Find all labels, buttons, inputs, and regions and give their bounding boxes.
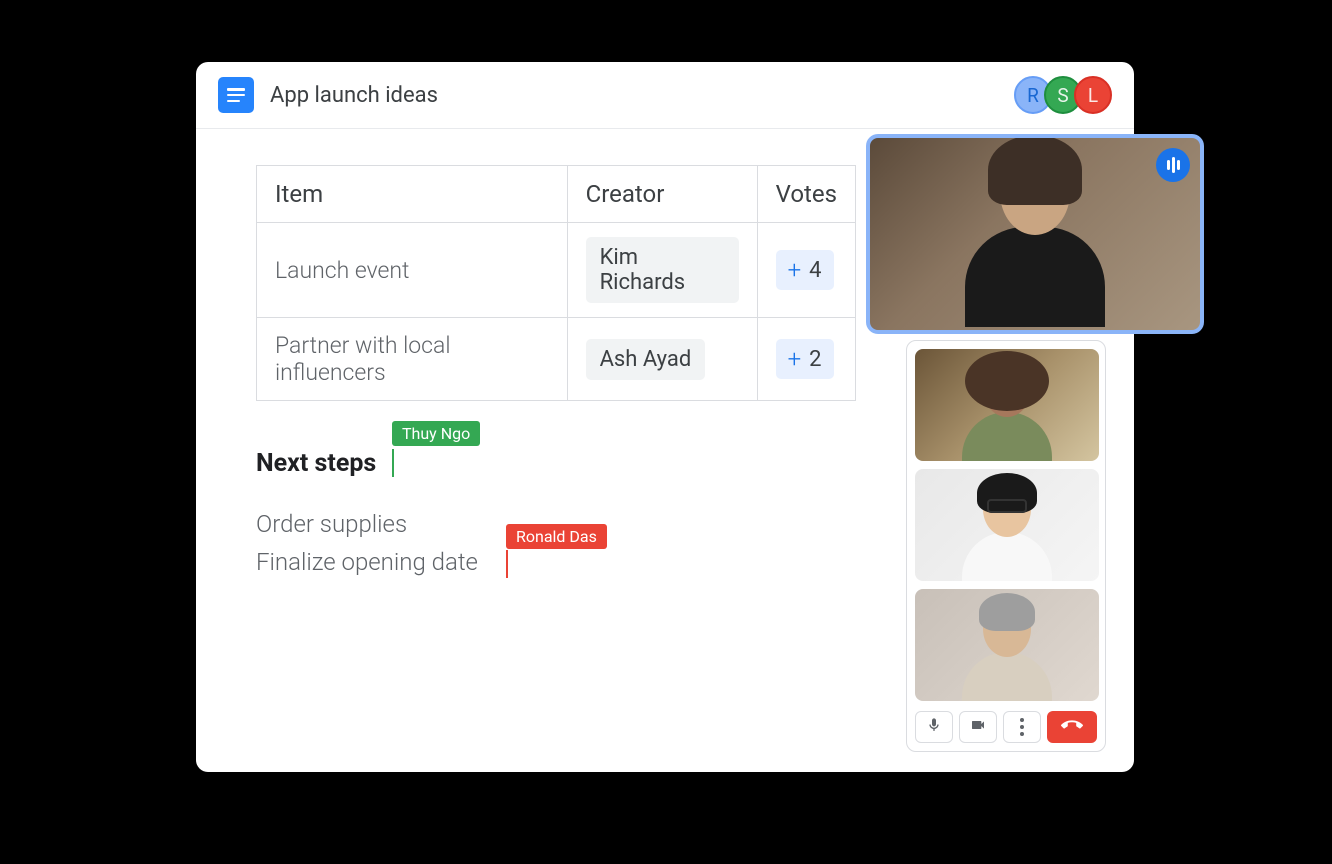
more-options-button[interactable] bbox=[1003, 711, 1041, 743]
cursor-line-green bbox=[392, 449, 394, 477]
more-vertical-icon bbox=[1020, 718, 1024, 736]
microphone-icon bbox=[926, 717, 942, 737]
participant-video[interactable] bbox=[915, 469, 1099, 581]
col-header-votes[interactable]: Votes bbox=[757, 166, 855, 223]
collaborator-cursor-tag: Ronald Das bbox=[506, 524, 607, 549]
collaborator-cursor-tag: Thuy Ngo bbox=[392, 421, 480, 446]
cell-votes[interactable]: + 2 bbox=[757, 318, 855, 401]
docs-window: App launch ideas R S L Item Creator Vote… bbox=[196, 62, 1134, 772]
vote-count: 4 bbox=[809, 258, 821, 283]
table-header-row: Item Creator Votes bbox=[257, 166, 856, 223]
participants-panel bbox=[906, 340, 1106, 752]
person-avatar bbox=[962, 481, 1052, 581]
speaking-indicator-icon bbox=[1156, 148, 1190, 182]
person-avatar bbox=[962, 601, 1052, 701]
col-header-item[interactable]: Item bbox=[257, 166, 568, 223]
main-speaker-video[interactable] bbox=[866, 134, 1204, 334]
creator-chip[interactable]: Ash Ayad bbox=[586, 339, 706, 380]
vote-count: 2 bbox=[809, 347, 821, 372]
table-row[interactable]: Launch event Kim Richards + 4 bbox=[257, 223, 856, 318]
cell-creator[interactable]: Kim Richards bbox=[567, 223, 757, 318]
col-header-creator[interactable]: Creator bbox=[567, 166, 757, 223]
cell-item[interactable]: Launch event bbox=[257, 223, 568, 318]
video-call-panel bbox=[866, 134, 1204, 334]
document-title[interactable]: App launch ideas bbox=[270, 83, 1022, 108]
hangup-button[interactable] bbox=[1047, 711, 1097, 743]
camera-icon bbox=[970, 717, 986, 737]
vote-chip[interactable]: + 4 bbox=[776, 250, 834, 290]
mute-button[interactable] bbox=[915, 711, 953, 743]
collaborator-avatar-l[interactable]: L bbox=[1074, 76, 1112, 114]
plus-icon: + bbox=[788, 256, 802, 284]
ideas-table[interactable]: Item Creator Votes Launch event Kim Rich… bbox=[256, 165, 856, 401]
call-controls bbox=[915, 709, 1097, 743]
body-text-line[interactable]: Order supplies bbox=[256, 510, 407, 538]
section-heading[interactable]: Next steps bbox=[256, 449, 376, 478]
hangup-icon bbox=[1061, 714, 1083, 740]
header-bar: App launch ideas R S L bbox=[196, 62, 1134, 129]
cell-creator[interactable]: Ash Ayad bbox=[567, 318, 757, 401]
cell-votes[interactable]: + 4 bbox=[757, 223, 855, 318]
creator-chip[interactable]: Kim Richards bbox=[586, 237, 739, 303]
cursor-line-red bbox=[506, 550, 508, 578]
collaborator-avatars: R S L bbox=[1022, 76, 1112, 114]
cell-item[interactable]: Partner with local influencers bbox=[257, 318, 568, 401]
person-avatar bbox=[962, 361, 1052, 461]
body-text-line[interactable]: Finalize opening date bbox=[256, 548, 478, 576]
camera-button[interactable] bbox=[959, 711, 997, 743]
vote-chip[interactable]: + 2 bbox=[776, 339, 834, 379]
participant-video[interactable] bbox=[915, 589, 1099, 701]
plus-icon: + bbox=[788, 345, 802, 373]
docs-logo-icon[interactable] bbox=[218, 77, 254, 113]
person-avatar bbox=[965, 150, 1105, 330]
table-row[interactable]: Partner with local influencers Ash Ayad … bbox=[257, 318, 856, 401]
participant-video[interactable] bbox=[915, 349, 1099, 461]
